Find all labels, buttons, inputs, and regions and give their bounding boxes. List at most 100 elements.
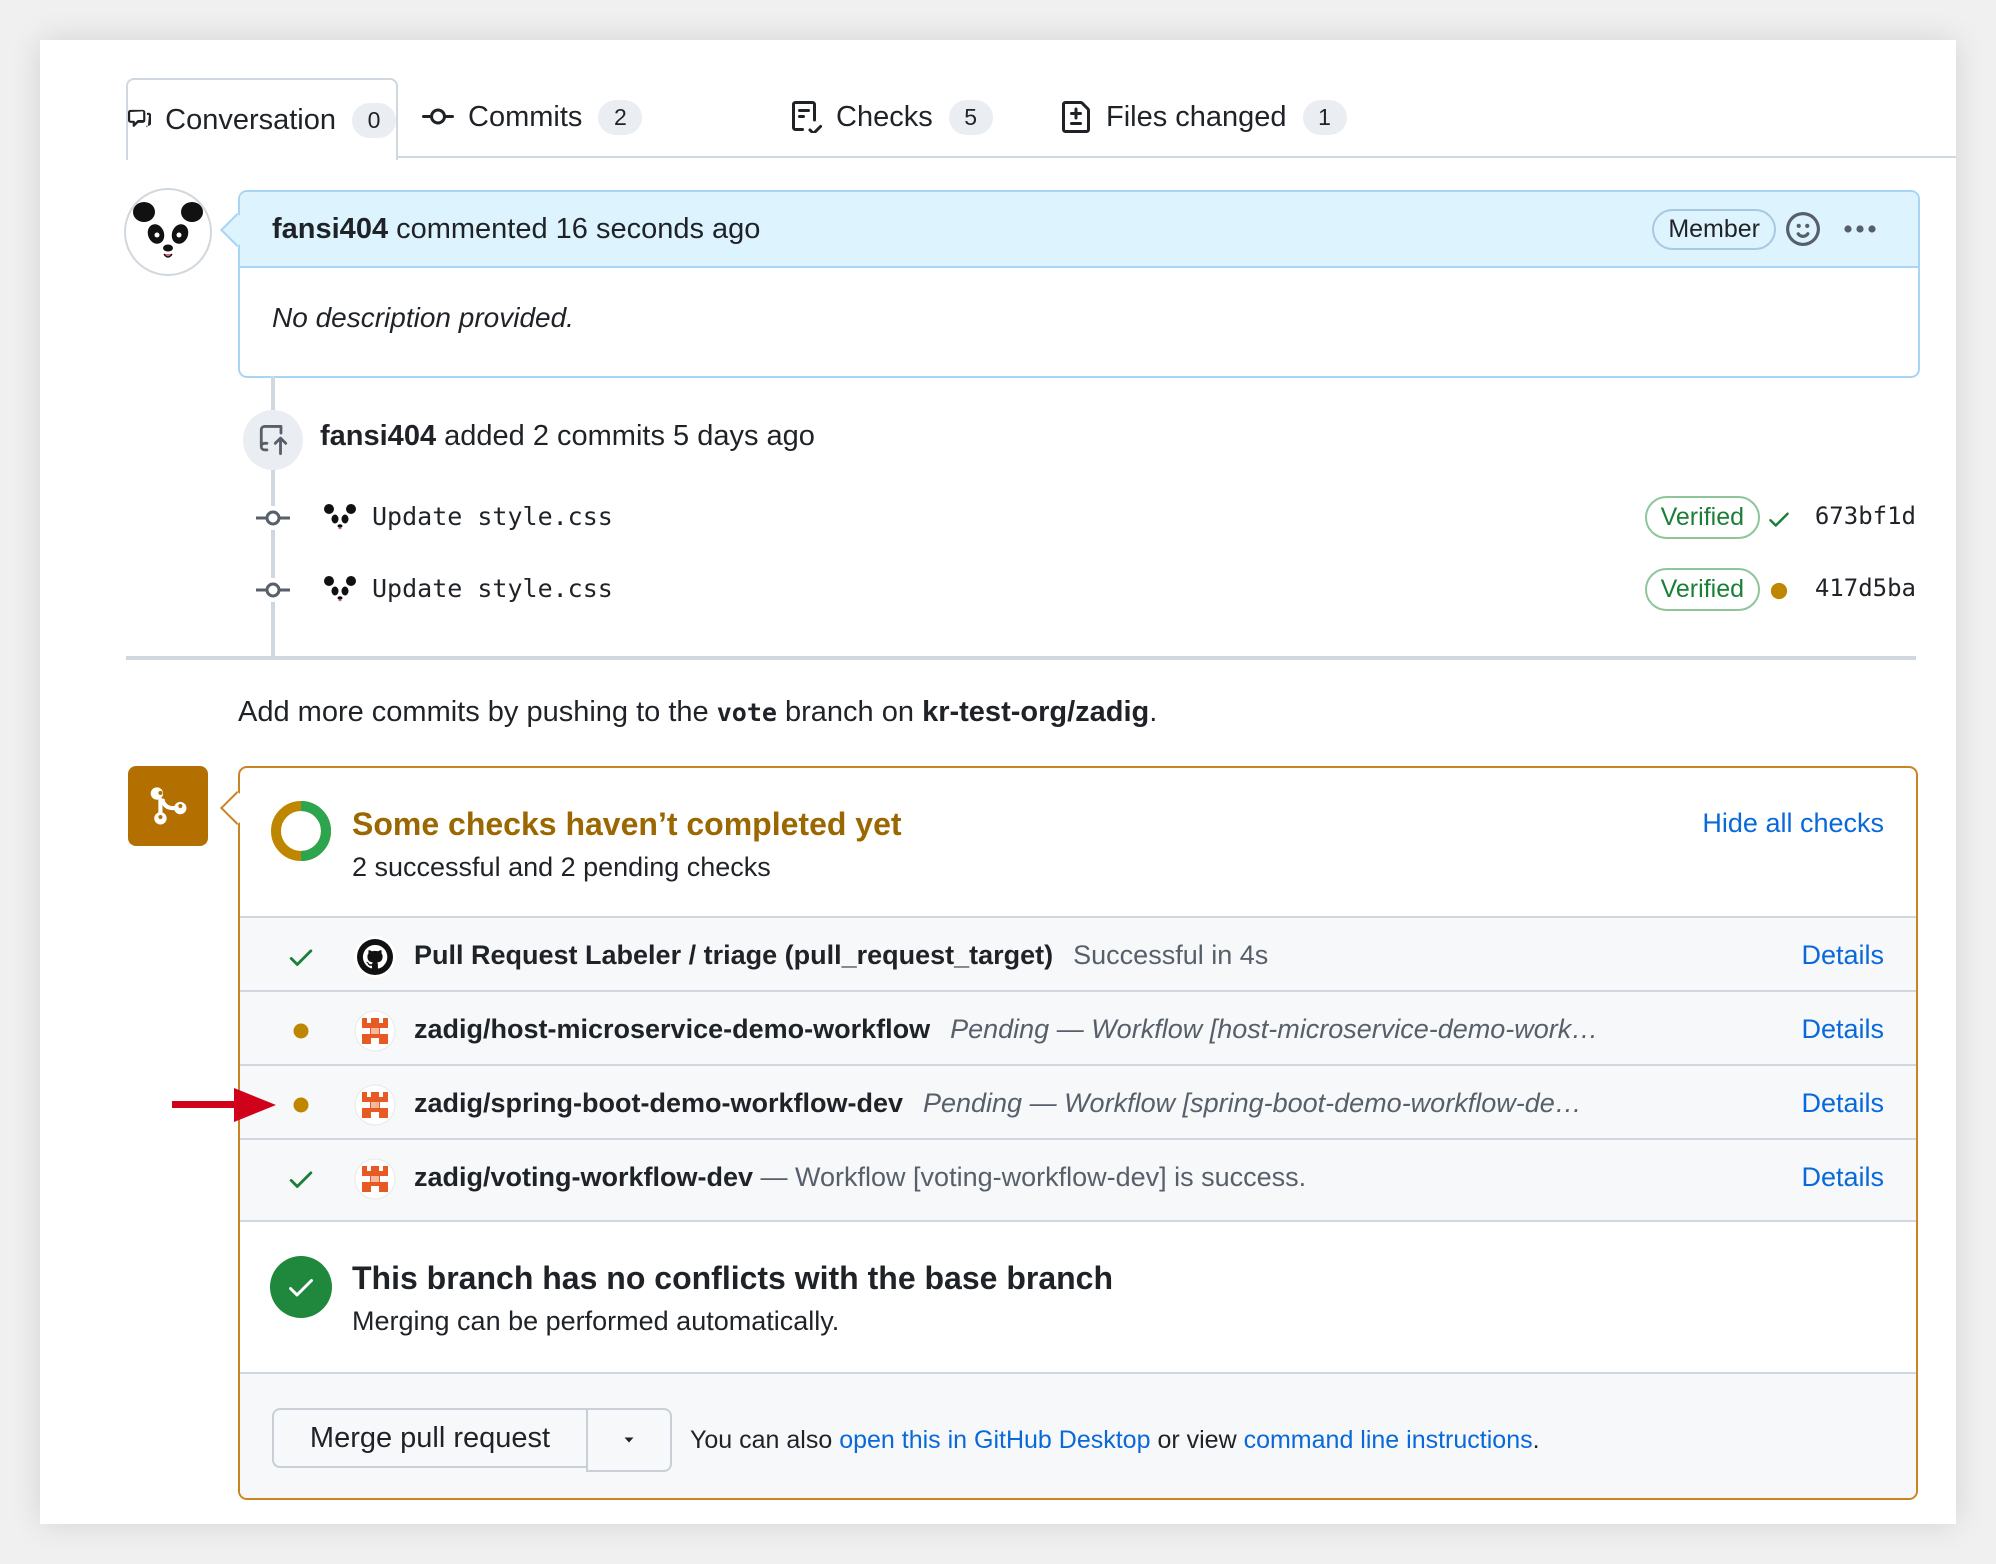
tab-files-changed[interactable]: Files changed 1 — [1060, 78, 1347, 156]
check-line: Pull Request Labeler / triage (pull_requ… — [414, 940, 1268, 971]
tab-counter: 2 — [598, 99, 643, 135]
tab-label: Conversation — [165, 103, 336, 136]
comment-discussion-icon — [128, 109, 152, 128]
pending-dot-icon — [293, 1023, 309, 1039]
panda-avatar-icon — [133, 202, 203, 266]
repo-name: kr-test-org/zadig — [922, 696, 1150, 728]
commit-author-avatar[interactable] — [322, 572, 358, 608]
commit-row: Update style.css Verified 417d5ba — [250, 566, 1916, 616]
check-name: zadig/voting-workflow-dev — [414, 1162, 754, 1192]
git-commit-icon — [256, 578, 290, 602]
check-description: Successful in 4s — [1073, 940, 1269, 970]
commit-row: Update style.css Verified 673bf1d — [250, 494, 1916, 544]
check-name: zadig/host-microservice-demo-workflow — [414, 1014, 931, 1044]
check-description: Pending — Workflow [spring-boot-demo-wor… — [922, 1088, 1582, 1118]
git-commit-icon — [422, 108, 454, 125]
push-hint-prefix: Add more commits by pushing to the — [238, 696, 709, 728]
pending-dot-icon[interactable] — [1766, 578, 1792, 604]
merge-state-badge — [128, 766, 208, 846]
commit-author-avatar[interactable] — [322, 500, 358, 536]
checklist-icon — [792, 101, 822, 133]
check-item-row: zadig/host-microservice-demo-workflow Pen… — [240, 990, 1916, 1066]
avatar[interactable] — [124, 188, 212, 276]
push-author-link[interactable]: fansi404 — [320, 420, 436, 452]
commit-sha-link[interactable]: 673bf1d — [1815, 502, 1916, 530]
zadig-app-icon[interactable] — [354, 1084, 396, 1126]
check-icon[interactable] — [1766, 506, 1792, 532]
merge-help-suffix: . — [1532, 1426, 1540, 1454]
conflict-title: This branch has no conflicts with the ba… — [352, 1260, 1114, 1296]
annotation-arrow-icon — [172, 1088, 276, 1122]
checks-title: Some checks haven’t completed yet — [352, 806, 902, 842]
checks-progress-ring-icon — [271, 801, 331, 861]
check-item-row: Pull Request Labeler / triage (pull_requ… — [240, 916, 1916, 992]
tab-counter: 5 — [948, 99, 993, 135]
merge-help-prefix: You can also — [690, 1426, 833, 1454]
check-item-row: zadig/voting-workflow-dev — Workflow [vo… — [240, 1138, 1916, 1222]
merge-footer: Merge pull request You can also open thi… — [240, 1372, 1916, 1498]
check-name: zadig/spring-boot-demo-workflow-dev — [414, 1088, 903, 1118]
success-circle — [270, 1256, 332, 1318]
push-hint-middle: branch on — [785, 696, 915, 728]
check-description: Pending — Workflow [host-microservice-de… — [950, 1014, 1599, 1044]
git-commit-icon — [256, 506, 290, 530]
tab-conversation[interactable]: Conversation 0 — [126, 78, 398, 160]
triangle-down-icon — [624, 1437, 634, 1443]
checks-subtitle: 2 successful and 2 pending checks — [352, 852, 771, 882]
merge-help-middle: or view — [1157, 1426, 1237, 1454]
pending-dot-icon — [293, 1097, 309, 1113]
check-icon — [289, 1279, 313, 1297]
commit-sha-link[interactable]: 417d5ba — [1815, 574, 1916, 602]
merge-help-text: You can also open this in GitHub Desktop… — [690, 1426, 1540, 1455]
check-item-row: zadig/spring-boot-demo-workflow-dev Pendi… — [240, 1064, 1916, 1140]
check-line: zadig/voting-workflow-dev — Workflow [vo… — [414, 1162, 1306, 1193]
branch-name: vote — [716, 698, 777, 727]
checks-summary: Some checks haven’t completed yet 2 succ… — [240, 768, 1916, 916]
kebab-horizontal-icon[interactable] — [1840, 212, 1880, 246]
check-details-link[interactable]: Details — [1801, 1088, 1884, 1119]
verified-badge[interactable]: Verified — [1644, 568, 1760, 611]
zadig-app-icon[interactable] — [354, 1158, 396, 1200]
tab-label: Files changed — [1106, 100, 1287, 133]
open-github-desktop-link[interactable]: open this in GitHub Desktop — [839, 1426, 1150, 1454]
screenshot-canvas: Conversation 0 Commits 2 Checks 5 Files … — [0, 0, 1996, 1564]
merge-box: Some checks haven’t completed yet 2 succ… — [238, 766, 1918, 1500]
check-line: zadig/host-microservice-demo-workflow Pen… — [414, 1014, 1598, 1045]
commit-message-link[interactable]: Update style.css — [372, 574, 613, 603]
conflict-subtitle: Merging can be performed automatically. — [352, 1306, 840, 1336]
comment-box: fansi404 commented 16 seconds ago Member… — [238, 190, 1920, 378]
pr-tabs: Conversation 0 Commits 2 Checks 5 Files … — [126, 78, 1956, 160]
comment-body: No description provided. — [272, 302, 574, 333]
member-badge: Member — [1652, 209, 1776, 250]
check-icon — [289, 949, 313, 966]
push-event-text: fansi404 added 2 commits 5 days ago — [320, 420, 815, 453]
git-merge-icon — [150, 787, 187, 825]
check-icon — [289, 1171, 313, 1188]
check-details-link[interactable]: Details — [1801, 940, 1884, 971]
push-action: added 2 commits 5 days ago — [444, 420, 815, 452]
tab-checks[interactable]: Checks 5 — [790, 78, 993, 156]
merge-method-dropdown[interactable] — [586, 1408, 672, 1472]
repo-push-icon — [259, 425, 288, 455]
file-diff-icon — [1062, 101, 1090, 133]
verified-badge[interactable]: Verified — [1644, 496, 1760, 539]
hide-all-checks-link[interactable]: Hide all checks — [1702, 808, 1884, 839]
check-description: — Workflow [voting-workflow-dev] is succ… — [760, 1162, 1307, 1192]
merge-pull-request-button[interactable]: Merge pull request — [272, 1408, 586, 1468]
tab-counter: 0 — [352, 102, 396, 138]
check-details-link[interactable]: Details — [1801, 1014, 1884, 1045]
comment-timestamp[interactable]: commented 16 seconds ago — [396, 213, 760, 246]
check-name: Pull Request Labeler / triage (pull_requ… — [414, 940, 1054, 970]
push-event-badge — [243, 410, 303, 470]
push-hint: Add more commits by pushing to the vote … — [238, 696, 1157, 729]
commit-message-link[interactable]: Update style.css — [372, 502, 613, 531]
tab-commits[interactable]: Commits 2 — [422, 78, 643, 156]
command-line-instructions-link[interactable]: command line instructions — [1244, 1426, 1533, 1454]
zadig-app-icon[interactable] — [354, 1010, 396, 1052]
tab-counter: 1 — [1302, 99, 1347, 135]
add-reaction-icon[interactable] — [1786, 212, 1820, 246]
comment-author-link[interactable]: fansi404 — [272, 213, 388, 246]
github-mark-icon[interactable] — [354, 936, 396, 978]
check-details-link[interactable]: Details — [1801, 1162, 1884, 1193]
push-hint-suffix: . — [1149, 696, 1158, 728]
